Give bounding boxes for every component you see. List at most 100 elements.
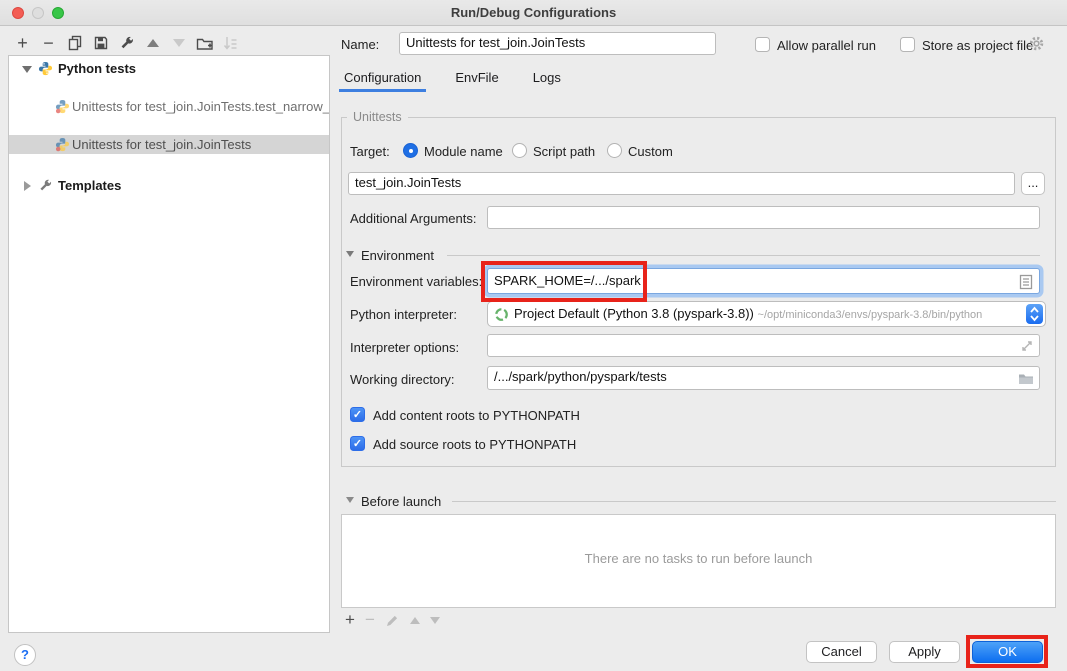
before-launch-toolbar: + − [345,611,440,629]
target-module-input[interactable]: test_join.JoinTests [348,172,1015,195]
add-configuration-button[interactable]: + [14,35,31,52]
name-input[interactable]: Unittests for test_join.JoinTests [399,32,716,55]
gear-icon[interactable] [1028,35,1045,52]
configurations-toolbar: + − [14,32,239,54]
additional-arguments-label: Additional Arguments: [350,211,476,226]
edit-templates-button[interactable] [118,35,135,52]
before-launch-collapse-icon[interactable] [346,497,354,503]
add-task-button[interactable]: + [345,613,355,627]
target-script-path-radio[interactable] [512,143,527,158]
name-value: Unittests for test_join.JoinTests [406,35,585,50]
chevron-up-down-icon [1026,304,1043,324]
before-launch-empty-text: There are no tasks to run before launch [342,551,1055,566]
minus-icon: − [43,36,54,50]
working-directory-label: Working directory: [350,372,455,387]
move-task-down-button[interactable] [430,617,440,624]
target-module-name-radio[interactable] [403,143,418,158]
tree-item-templates[interactable]: Templates [9,176,329,195]
new-folder-icon [196,35,213,52]
title-bar[interactable]: Run/Debug Configurations [0,0,1067,26]
additional-arguments-input[interactable] [487,206,1040,229]
down-arrow-icon [173,39,185,47]
browse-env-vars-icon[interactable] [1019,274,1033,290]
name-label: Name: [341,37,379,52]
before-launch-divider [452,501,1056,502]
copy-icon [67,35,83,51]
checkmark-icon: ✓ [353,438,362,450]
environment-collapse-icon[interactable] [346,251,354,257]
before-launch-title: Before launch [361,494,441,509]
run-debug-configurations-dialog: Run/Debug Configurations + − [0,0,1067,671]
target-module-name-label: Module name [424,144,503,159]
up-arrow-icon [147,39,159,47]
environment-variables-value: SPARK_HOME=/.../spark [494,273,641,288]
tree-item-label: Python tests [58,59,136,78]
environment-section-divider [447,255,1040,256]
python-interpreter-label: Python interpreter: [350,307,457,322]
add-content-roots-checkbox[interactable]: ✓ [350,407,365,422]
before-launch-task-list[interactable]: There are no tasks to run before launch [341,514,1056,608]
tree-item-python-tests[interactable]: Python tests [9,59,329,78]
sort-az-icon [222,35,239,52]
interpreter-options-input[interactable] [487,334,1040,357]
save-configuration-button[interactable] [92,35,109,52]
folder-icon[interactable] [1018,372,1034,386]
target-custom-radio[interactable] [607,143,622,158]
help-button[interactable]: ? [14,644,36,666]
tree-item-label: Templates [58,176,121,195]
chevron-collapsed-icon[interactable] [24,181,31,191]
environment-variables-input[interactable]: SPARK_HOME=/.../spark [487,268,1040,294]
window-title: Run/Debug Configurations [0,5,1067,20]
sort-configurations-button[interactable] [222,35,239,52]
unittests-group-title: Unittests [347,110,408,124]
conda-environment-icon [494,307,509,322]
tab-logs[interactable]: Logs [530,66,564,92]
copy-configuration-button[interactable] [66,35,83,52]
remove-task-button[interactable]: − [365,613,375,627]
browse-target-button[interactable]: ... [1021,172,1045,195]
edit-task-pencil-icon[interactable] [385,613,400,628]
target-script-path-label: Script path [533,144,595,159]
remove-configuration-button[interactable]: − [40,35,57,52]
plus-icon: + [17,36,28,50]
store-as-project-file-checkbox[interactable] [900,37,915,52]
environment-variables-label: Environment variables: [350,274,482,289]
python-interpreter-value: Project Default (Python 3.8 (pyspark-3.8… [514,306,754,321]
target-custom-label: Custom [628,144,673,159]
tree-item-test-narrow[interactable]: Unittests for test_join.JoinTests.test_n… [9,97,329,116]
working-directory-input[interactable]: /.../spark/python/pyspark/tests [487,366,1040,390]
move-task-up-button[interactable] [410,617,420,624]
tree-item-label: Unittests for test_join.JoinTests [72,135,251,154]
tab-envfile[interactable]: EnvFile [452,66,501,92]
working-directory-value: /.../spark/python/pyspark/tests [494,369,667,384]
ok-button[interactable]: OK [972,641,1043,663]
target-label: Target: [350,144,390,159]
python-interpreter-select[interactable]: Project Default (Python 3.8 (pyspark-3.8… [487,301,1046,327]
target-module-value: test_join.JoinTests [355,175,461,190]
expand-field-icon[interactable] [1020,339,1034,353]
python-interpreter-path: ~/opt/miniconda3/envs/pyspark-3.8/bin/py… [758,309,983,321]
configurations-tree: Python tests Unittests for test_join.Joi… [8,55,330,633]
tree-item-label: Unittests for test_join.JoinTests.test_n… [72,97,329,116]
tab-configuration[interactable]: Configuration [341,66,424,92]
environment-section-title: Environment [361,248,434,263]
chevron-expanded-icon[interactable] [22,66,32,73]
add-source-roots-label: Add source roots to PYTHONPATH [373,437,576,452]
apply-button[interactable]: Apply [889,641,960,663]
add-content-roots-label: Add content roots to PYTHONPATH [373,408,580,423]
python-test-icon [55,137,70,152]
move-up-button[interactable] [144,35,161,52]
interpreter-options-label: Interpreter options: [350,340,459,355]
cancel-button[interactable]: Cancel [806,641,877,663]
python-test-icon [55,99,70,114]
allow-parallel-run-checkbox[interactable] [755,37,770,52]
add-source-roots-checkbox[interactable]: ✓ [350,436,365,451]
interpreter-dropdown-stepper[interactable] [1026,304,1043,324]
python-icon [38,61,53,76]
move-down-button[interactable] [170,35,187,52]
tree-item-jointests-selected[interactable]: Unittests for test_join.JoinTests [9,135,329,154]
create-folder-button[interactable] [196,35,213,52]
templates-wrench-icon [38,178,53,193]
wrench-icon [119,35,135,51]
save-icon [93,35,109,51]
